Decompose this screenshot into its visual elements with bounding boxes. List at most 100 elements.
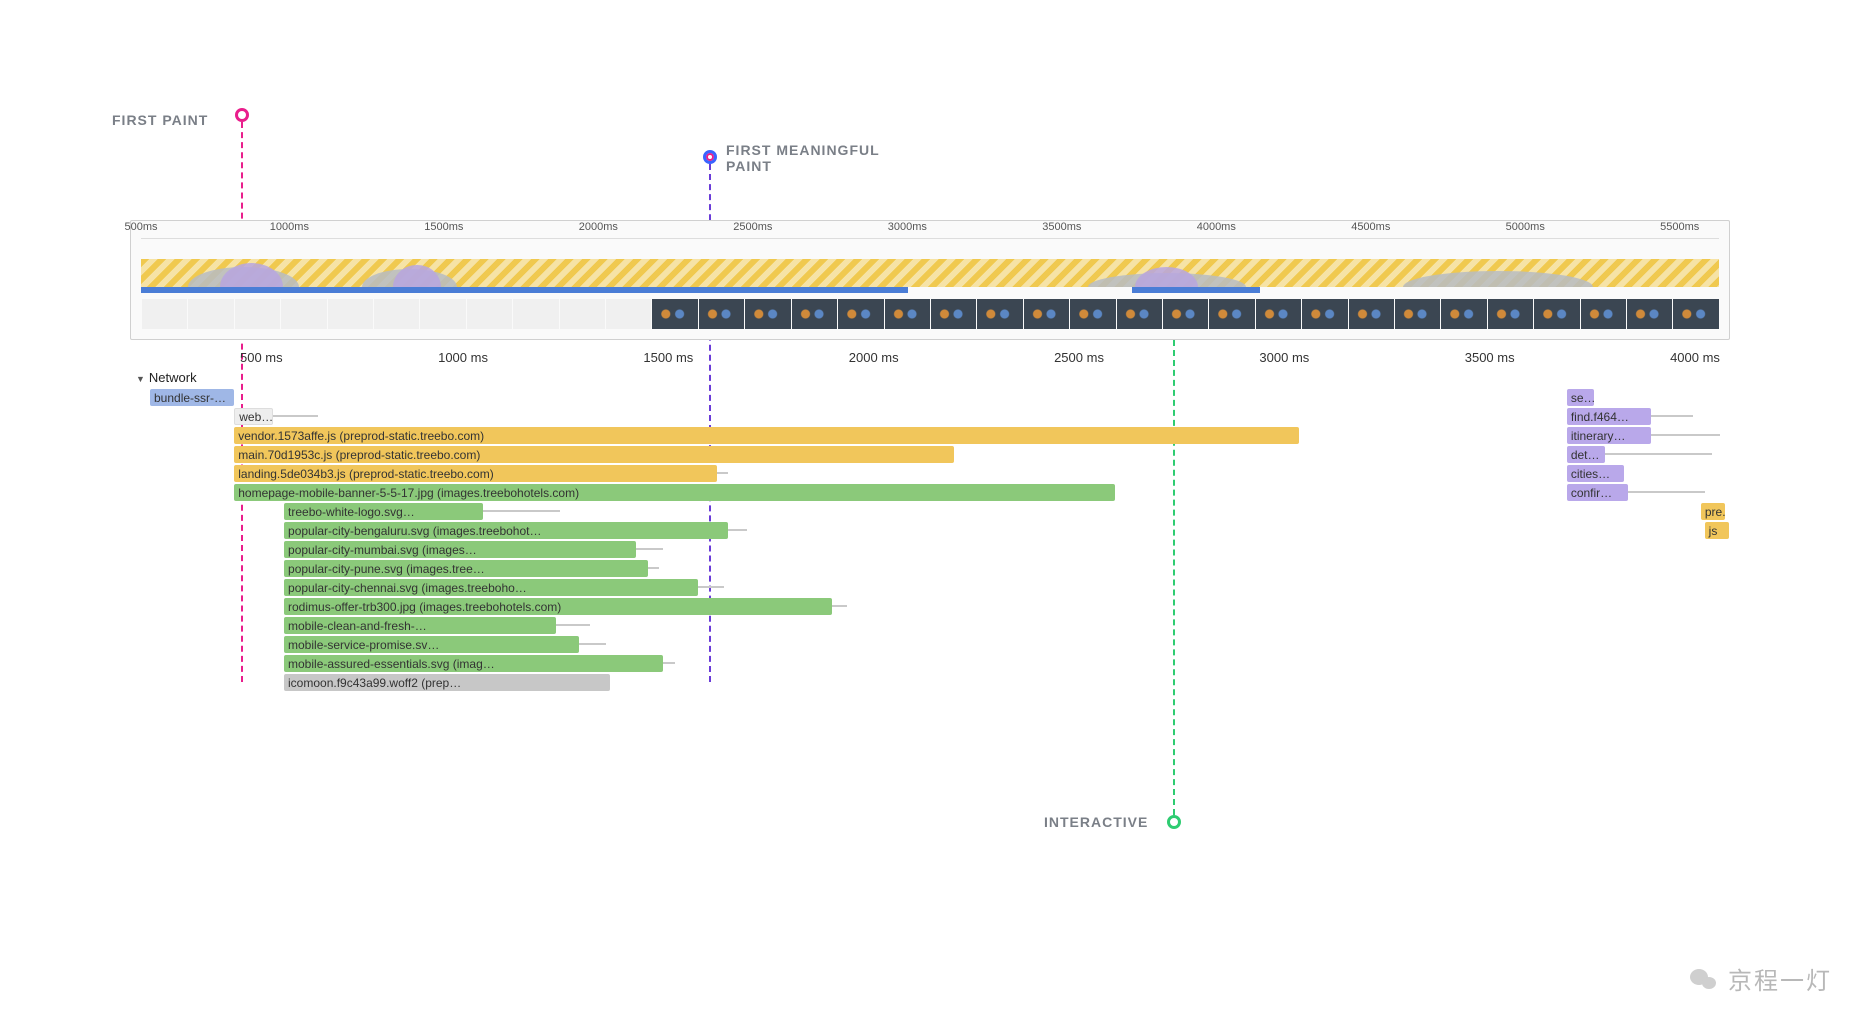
network-row[interactable]: cities… xyxy=(130,464,1730,483)
watermark: 京程一灯 xyxy=(1690,961,1832,996)
network-row[interactable]: se… xyxy=(130,388,1730,407)
ruler-tick: 1500ms xyxy=(424,221,463,238)
network-row[interactable]: js xyxy=(130,521,1730,540)
request-bar[interactable]: popular-city-pune.svg (images.tree… xyxy=(284,560,648,577)
filmstrip-frame xyxy=(1162,299,1208,329)
overview-range-bar[interactable] xyxy=(141,287,908,293)
network-section-header[interactable]: Network xyxy=(136,370,197,385)
request-bar[interactable]: popular-city-chennai.svg (images.treeboh… xyxy=(284,579,698,596)
filmstrip-frame xyxy=(1394,299,1440,329)
filmstrip-frame xyxy=(1487,299,1533,329)
filmstrip-frame xyxy=(373,299,419,329)
request-bar[interactable]: confir… xyxy=(1567,484,1628,501)
filmstrip-frame xyxy=(187,299,233,329)
ruler-tick: 3500 ms xyxy=(1465,350,1515,365)
network-row[interactable]: popular-city-pune.svg (images.tree… xyxy=(130,559,1730,578)
request-bar[interactable]: cities… xyxy=(1567,465,1624,482)
filmstrip-frame xyxy=(837,299,883,329)
timing-tail xyxy=(648,567,659,569)
network-row[interactable]: mobile-service-promise.sv… xyxy=(130,635,1730,654)
filmstrip-frame xyxy=(930,299,976,329)
timing-tail xyxy=(579,643,606,645)
request-bar[interactable]: rodimus-offer-trb300.jpg (images.treeboh… xyxy=(284,598,832,615)
overview-ruler: 500ms1000ms1500ms2000ms2500ms3000ms3500m… xyxy=(141,221,1719,239)
overview-range-bar-2[interactable] xyxy=(1132,287,1260,293)
timing-tail xyxy=(832,605,847,607)
timing-tail xyxy=(1651,415,1693,417)
detail-ruler: 500 ms1000 ms1500 ms2000 ms2500 ms3000 m… xyxy=(130,350,1730,369)
request-bar[interactable]: popular-city-mumbai.svg (images… xyxy=(284,541,636,558)
ruler-tick: 5500ms xyxy=(1660,221,1699,238)
filmstrip-frame xyxy=(1440,299,1486,329)
timing-tail xyxy=(556,624,590,626)
filmstrip-frame xyxy=(327,299,373,329)
ruler-tick: 4500ms xyxy=(1351,221,1390,238)
network-row[interactable]: popular-city-mumbai.svg (images… xyxy=(130,540,1730,559)
network-row[interactable]: confir… xyxy=(130,483,1730,502)
timing-tail xyxy=(1651,434,1720,436)
ruler-tick: 3000ms xyxy=(888,221,927,238)
filmstrip-frame xyxy=(1672,299,1718,329)
ruler-tick: 2000ms xyxy=(579,221,618,238)
fmp-dot-icon xyxy=(703,150,717,164)
request-bar[interactable]: mobile-clean-and-fresh-… xyxy=(284,617,556,634)
ruler-tick: 1000ms xyxy=(270,221,309,238)
network-row[interactable]: icomoon.f9c43a99.woff2 (prep… xyxy=(130,673,1730,692)
filmstrip-frame xyxy=(1255,299,1301,329)
network-row[interactable]: mobile-assured-essentials.svg (imag… xyxy=(130,654,1730,673)
interactive-label: INTERACTIVE xyxy=(1044,814,1148,830)
filmstrip-frame xyxy=(1626,299,1672,329)
filmstrip-frame xyxy=(559,299,605,329)
ruler-tick: 1500 ms xyxy=(643,350,693,365)
network-row[interactable]: popular-city-chennai.svg (images.treeboh… xyxy=(130,578,1730,597)
filmstrip-frame xyxy=(744,299,790,329)
filmstrip-frame xyxy=(1208,299,1254,329)
network-row[interactable]: rodimus-offer-trb300.jpg (images.treeboh… xyxy=(130,597,1730,616)
network-row[interactable]: find.f464… xyxy=(130,407,1730,426)
timing-tail xyxy=(698,586,725,588)
filmstrip-frame xyxy=(512,299,558,329)
ruler-tick: 500 ms xyxy=(240,350,283,365)
network-row[interactable]: pre. xyxy=(130,502,1730,521)
filmstrip-frame xyxy=(280,299,326,329)
filmstrip xyxy=(141,299,1719,329)
ruler-tick: 4000ms xyxy=(1197,221,1236,238)
filmstrip-frame xyxy=(1533,299,1579,329)
network-row[interactable]: itinerary… xyxy=(130,426,1730,445)
filmstrip-frame xyxy=(1069,299,1115,329)
request-bar[interactable]: itinerary… xyxy=(1567,427,1651,444)
overview-panel[interactable]: 500ms1000ms1500ms2000ms2500ms3000ms3500m… xyxy=(130,220,1730,340)
timing-tail xyxy=(1605,453,1712,455)
timing-tail xyxy=(1628,491,1705,493)
filmstrip-frame xyxy=(1348,299,1394,329)
timing-tail xyxy=(636,548,663,550)
filmstrip-frame xyxy=(884,299,930,329)
fmp-label-line1: FIRST MEANINGFUL xyxy=(726,142,880,158)
request-bar[interactable]: icomoon.f9c43a99.woff2 (prep… xyxy=(284,674,609,691)
request-bar[interactable]: pre. xyxy=(1701,503,1725,520)
network-row[interactable]: mobile-clean-and-fresh-… xyxy=(130,616,1730,635)
ruler-tick: 5000ms xyxy=(1506,221,1545,238)
request-bar[interactable]: mobile-assured-essentials.svg (imag… xyxy=(284,655,663,672)
ruler-tick: 4000 ms xyxy=(1670,350,1720,365)
fmp-label-line2: PAINT xyxy=(726,158,772,174)
filmstrip-frame xyxy=(234,299,280,329)
filmstrip-frame xyxy=(419,299,465,329)
filmstrip-frame xyxy=(651,299,697,329)
watermark-text: 京程一灯 xyxy=(1728,961,1832,996)
filmstrip-frame xyxy=(1580,299,1626,329)
filmstrip-frame xyxy=(698,299,744,329)
network-row[interactable]: det… xyxy=(130,445,1730,464)
first-paint-dot-icon xyxy=(235,108,249,122)
request-bar[interactable]: se… xyxy=(1567,389,1594,406)
request-bar[interactable]: js xyxy=(1705,522,1729,539)
fmp-label: FIRST MEANINGFUL PAINT xyxy=(726,142,880,174)
filmstrip-frame xyxy=(1023,299,1069,329)
request-bar[interactable]: mobile-service-promise.sv… xyxy=(284,636,579,653)
request-bar[interactable]: find.f464… xyxy=(1567,408,1651,425)
first-paint-label: FIRST PAINT xyxy=(112,112,208,128)
interactive-dot-icon xyxy=(1167,815,1181,829)
request-bar[interactable]: det… xyxy=(1567,446,1605,463)
ruler-tick: 3500ms xyxy=(1042,221,1081,238)
ruler-tick: 2000 ms xyxy=(849,350,899,365)
